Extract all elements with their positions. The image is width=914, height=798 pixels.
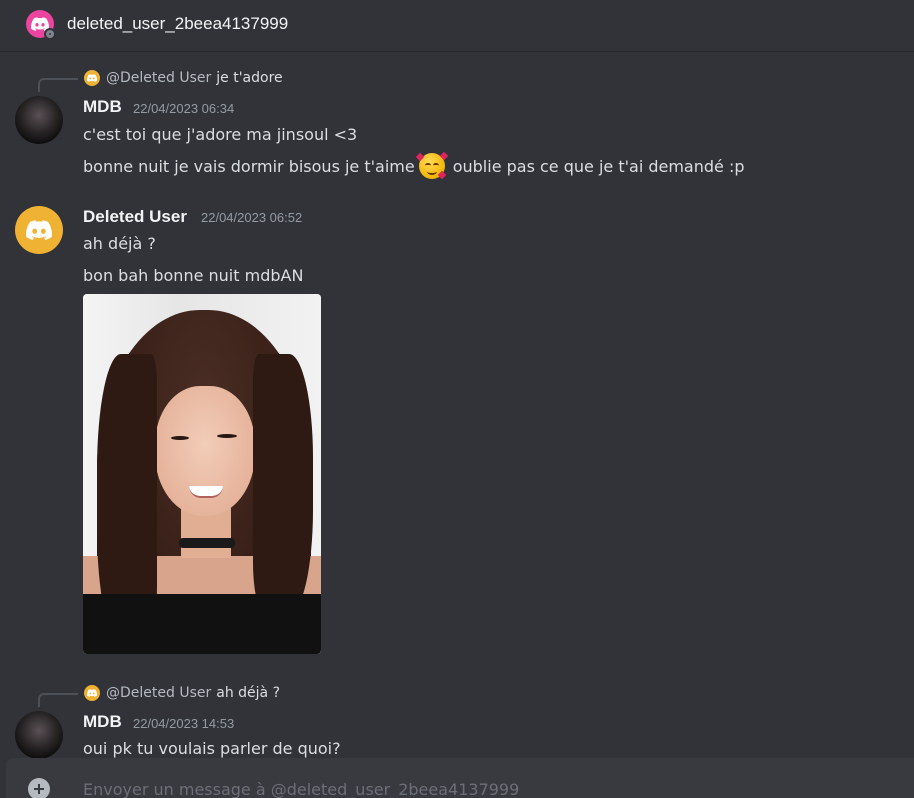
message-text: oui pk tu voulais parler de quoi? xyxy=(83,739,341,758)
message-text: bonne nuit je vais dormir bisous je t'ai… xyxy=(83,151,745,181)
message-text-part: bonne nuit je vais dormir bisous je t'ai… xyxy=(83,156,415,176)
message-text: c'est toi que j'adore ma jinsoul <3 xyxy=(83,125,358,144)
message-list: @Deleted User je t'adore MDB 22/04/2023 … xyxy=(0,52,914,758)
reply-preview[interactable]: @Deleted User ah déjà ? xyxy=(84,685,280,701)
avatar[interactable] xyxy=(15,711,63,758)
reply-text: je t'adore xyxy=(216,70,283,86)
message-timestamp: 22/04/2023 14:53 xyxy=(133,716,235,731)
dm-window: deleted_user_2beea4137999 @Deleted User … xyxy=(0,0,914,798)
status-offline-icon xyxy=(44,28,56,40)
message-timestamp: 22/04/2023 06:34 xyxy=(133,101,235,116)
reply-preview[interactable]: @Deleted User je t'adore xyxy=(84,70,283,86)
avatar[interactable] xyxy=(15,206,63,254)
reply-connector xyxy=(38,693,78,707)
channel-title: deleted_user_2beea4137999 xyxy=(67,14,289,33)
discord-logo-icon xyxy=(84,685,100,701)
reply-connector xyxy=(38,78,78,92)
reply-text: ah déjà ? xyxy=(216,685,281,701)
reply-author[interactable]: @Deleted User xyxy=(106,70,211,86)
message-text: ah déjà ? xyxy=(83,234,156,253)
message-author[interactable]: MDB xyxy=(83,97,122,117)
message-author[interactable]: Deleted User xyxy=(83,207,187,227)
avatar[interactable] xyxy=(15,96,63,144)
message-text-part: oublie pas ce que je t'ai demandé :p xyxy=(452,156,745,176)
discord-logo-icon xyxy=(84,70,100,86)
message-composer xyxy=(6,758,914,798)
reply-author[interactable]: @Deleted User xyxy=(106,685,211,701)
gif-attachment[interactable] xyxy=(83,294,321,654)
discord-logo-icon xyxy=(26,220,52,240)
channel-header: deleted_user_2beea4137999 xyxy=(0,0,914,52)
smiling-face-with-hearts-icon[interactable] xyxy=(415,151,448,180)
add-attachment-icon[interactable] xyxy=(28,778,50,798)
message-timestamp: 22/04/2023 06:52 xyxy=(201,210,303,225)
message-text: bon bah bonne nuit mdbAN xyxy=(83,266,304,285)
message-author[interactable]: MDB xyxy=(83,712,122,732)
message-input[interactable] xyxy=(83,780,883,798)
